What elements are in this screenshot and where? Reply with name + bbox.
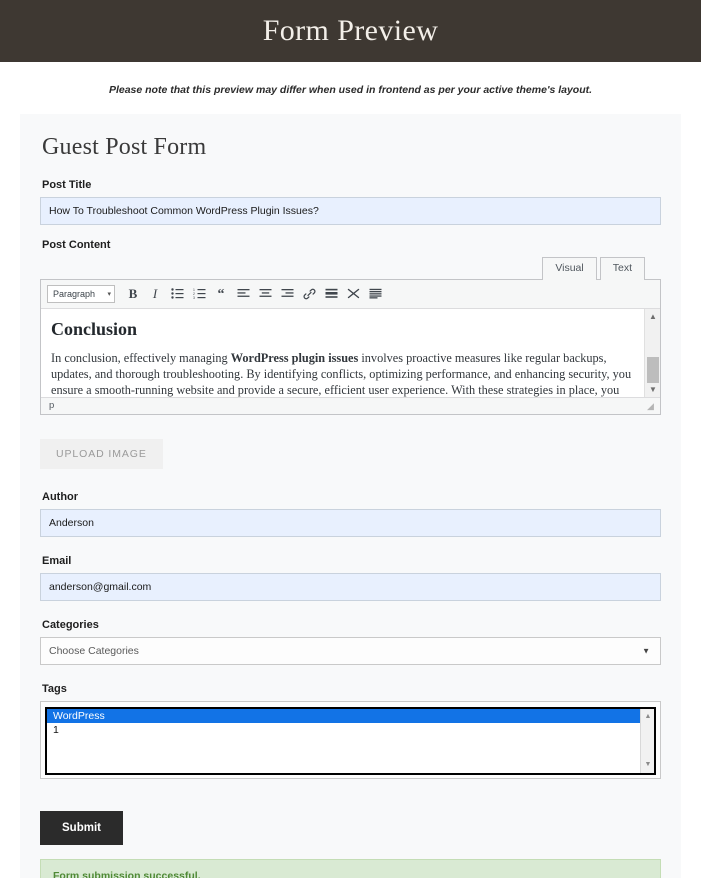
page-title: Form Preview [262,14,439,47]
read-more-icon[interactable] [321,284,341,304]
field-categories: Categories Choose Categories ▼ [40,619,661,665]
post-title-label: Post Title [42,179,92,191]
success-message: Form submission successful. [40,858,661,878]
author-label: Author [42,490,79,503]
email-label: Email [42,554,72,567]
categories-label: Categories [42,618,99,631]
editor-mode-tabs: Visual Text [40,257,661,280]
rich-text-editor: Paragraph ▾ B I 123 “ Conclusion In conc… [40,278,661,415]
editor-paragraph-pre: In conclusion, effectively managing [51,350,231,365]
author-input[interactable] [40,508,661,537]
align-center-icon[interactable] [255,284,275,304]
editor-content-area[interactable]: Conclusion In conclusion, effectively ma… [41,308,660,397]
field-post-title: Post Title [40,179,661,225]
blockquote-icon[interactable]: “ [211,284,231,304]
categories-select[interactable]: Choose Categories ▼ [40,636,661,665]
italic-icon[interactable]: I [145,284,165,304]
scroll-down-icon[interactable]: ▼ [645,382,660,397]
editor-paragraph: In conclusion, effectively managing Word… [51,350,638,397]
post-title-input[interactable] [40,197,661,225]
preview-notice: Please note that this preview may differ… [108,84,593,96]
tab-visual[interactable]: Visual [542,257,597,280]
resize-handle-icon[interactable]: ◢ [647,401,657,412]
distraction-free-icon[interactable] [365,284,385,304]
editor-scrollbar-thumb[interactable] [647,356,659,383]
page-header: Form Preview [0,0,701,62]
align-right-icon[interactable] [277,284,297,304]
editor-scrollbar[interactable]: ▲ ▼ [644,308,660,397]
svg-text:3: 3 [193,296,195,299]
chevron-down-icon: ▼ [642,646,650,656]
toolbar-toggle-icon[interactable] [343,284,363,304]
tags-listbox[interactable]: WordPress 1 ▲ ▼ [45,706,656,775]
scroll-up-icon[interactable]: ▲ [645,309,660,324]
chevron-down-icon: ▾ [107,290,111,298]
field-email: Email [40,555,661,601]
numbered-list-icon[interactable]: 123 [189,284,209,304]
post-content-label: Post Content [42,239,111,251]
tags-option[interactable]: 1 [47,723,640,737]
submit-button[interactable]: Submit [40,810,123,845]
format-select-value: Paragraph [53,288,96,299]
scroll-up-icon[interactable]: ▲ [641,710,654,724]
tags-select-wrapper[interactable]: WordPress 1 ▲ ▼ [40,700,661,779]
tags-option-label: WordPress [53,709,105,722]
format-select[interactable]: Paragraph ▾ [47,284,115,303]
field-author: Author [40,491,661,537]
form-preview-page: Form Preview Please note that this previ… [0,0,701,878]
editor-paragraph-bold: WordPress plugin issues [230,350,359,365]
tags-label: Tags [42,682,67,695]
scroll-down-icon[interactable]: ▼ [641,758,654,772]
editor-heading: Conclusion [51,318,138,339]
tags-scrollbar[interactable]: ▲ ▼ [640,708,654,773]
upload-image-button[interactable]: UPLOAD IMAGE [40,438,163,469]
insert-link-icon[interactable] [299,284,319,304]
align-left-icon[interactable] [233,284,253,304]
field-post-content: Post Content Visual Text Paragraph ▾ B I [40,239,661,415]
field-tags: Tags WordPress 1 ▲ ▼ [40,683,661,779]
email-input[interactable] [40,572,661,601]
tags-option-selected[interactable]: WordPress [47,708,640,723]
categories-placeholder: Choose Categories [49,644,139,657]
bulleted-list-icon[interactable] [167,284,187,304]
form-panel: Guest Post Form Post Title Post Content … [20,114,681,878]
editor-toolbar: Paragraph ▾ B I 123 “ [41,279,660,309]
editor-element-path: p [49,400,55,412]
editor-status-bar: p ◢ [41,396,660,414]
bold-icon[interactable]: B [123,284,143,304]
form-heading: Guest Post Form [42,134,207,160]
tab-text[interactable]: Text [599,257,645,280]
